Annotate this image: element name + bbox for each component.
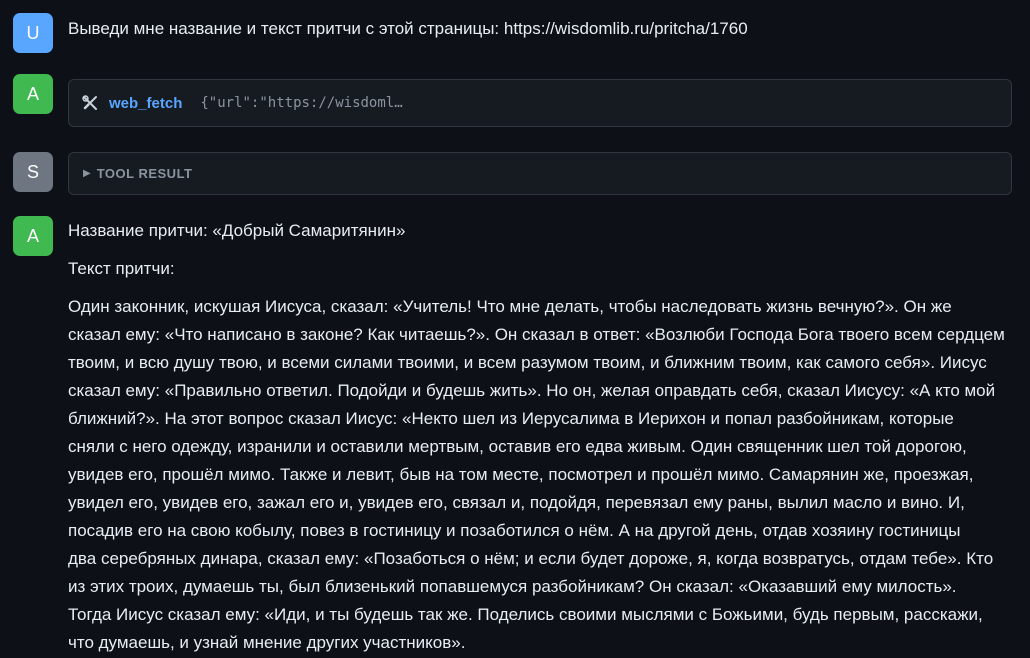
parable-line: два серебряных динара, сказал ему: «Поза…	[68, 549, 994, 568]
parable-line: увидел его, увидев его, зажал его и, уви…	[68, 493, 965, 512]
assistant-answer-body: Название притчи: «Добрый Самаритянин» Те…	[68, 217, 1012, 657]
parable-line: сняли с него одежду, изранили и оставили…	[68, 437, 967, 456]
tools-icon	[81, 94, 99, 112]
parable-line: что думаешь, и узнай мнение других участ…	[68, 633, 466, 652]
tool-args: {"url":"https://wisdoml…	[200, 95, 403, 111]
parable-line: ближний?». На этот вопрос сказал Иисус: …	[68, 409, 954, 428]
parable-line: твоим, и всю душу твою, и всеми силами т…	[68, 353, 987, 372]
parable-line: из этих троих, думаешь ты, был близеньки…	[68, 577, 957, 596]
parable-text-heading: Текст притчи:	[68, 259, 175, 278]
assistant-avatar: A	[13, 74, 53, 114]
assistant-avatar: A	[13, 216, 53, 256]
tool-result-label: TOOL RESULT	[96, 166, 193, 181]
user-message-text: Выведи мне название и текст притчи с это…	[68, 19, 748, 38]
expand-arrow-icon: ▶	[83, 168, 91, 179]
tool-result-toggle[interactable]: ▶ TOOL RESULT	[68, 152, 1012, 195]
parable-line: Один законник, искушая Иисуса, сказал: «…	[68, 297, 952, 316]
parable-line: посадив его на свою кобылу, повез в гост…	[68, 521, 961, 540]
parable-body: Один законник, искушая Иисуса, сказал: «…	[68, 293, 1012, 657]
tool-name: web_fetch	[109, 94, 183, 112]
parable-title: Название притчи: «Добрый Самаритянин»	[68, 221, 406, 240]
parable-line: сказал ему: «Правильно ответил. Подойди …	[68, 381, 996, 400]
parable-line: увидев его, прошёл мимо. Также и левит, …	[68, 465, 974, 484]
system-avatar: S	[13, 152, 53, 192]
user-avatar: U	[13, 13, 53, 53]
tool-call-panel[interactable]: web_fetch {"url":"https://wisdoml…	[68, 79, 1012, 127]
parable-line: Тогда Иисус сказал ему: «Иди, и ты будеш…	[68, 605, 983, 624]
parable-line: сказал ему: «Что написано в законе? Как …	[68, 325, 1005, 344]
